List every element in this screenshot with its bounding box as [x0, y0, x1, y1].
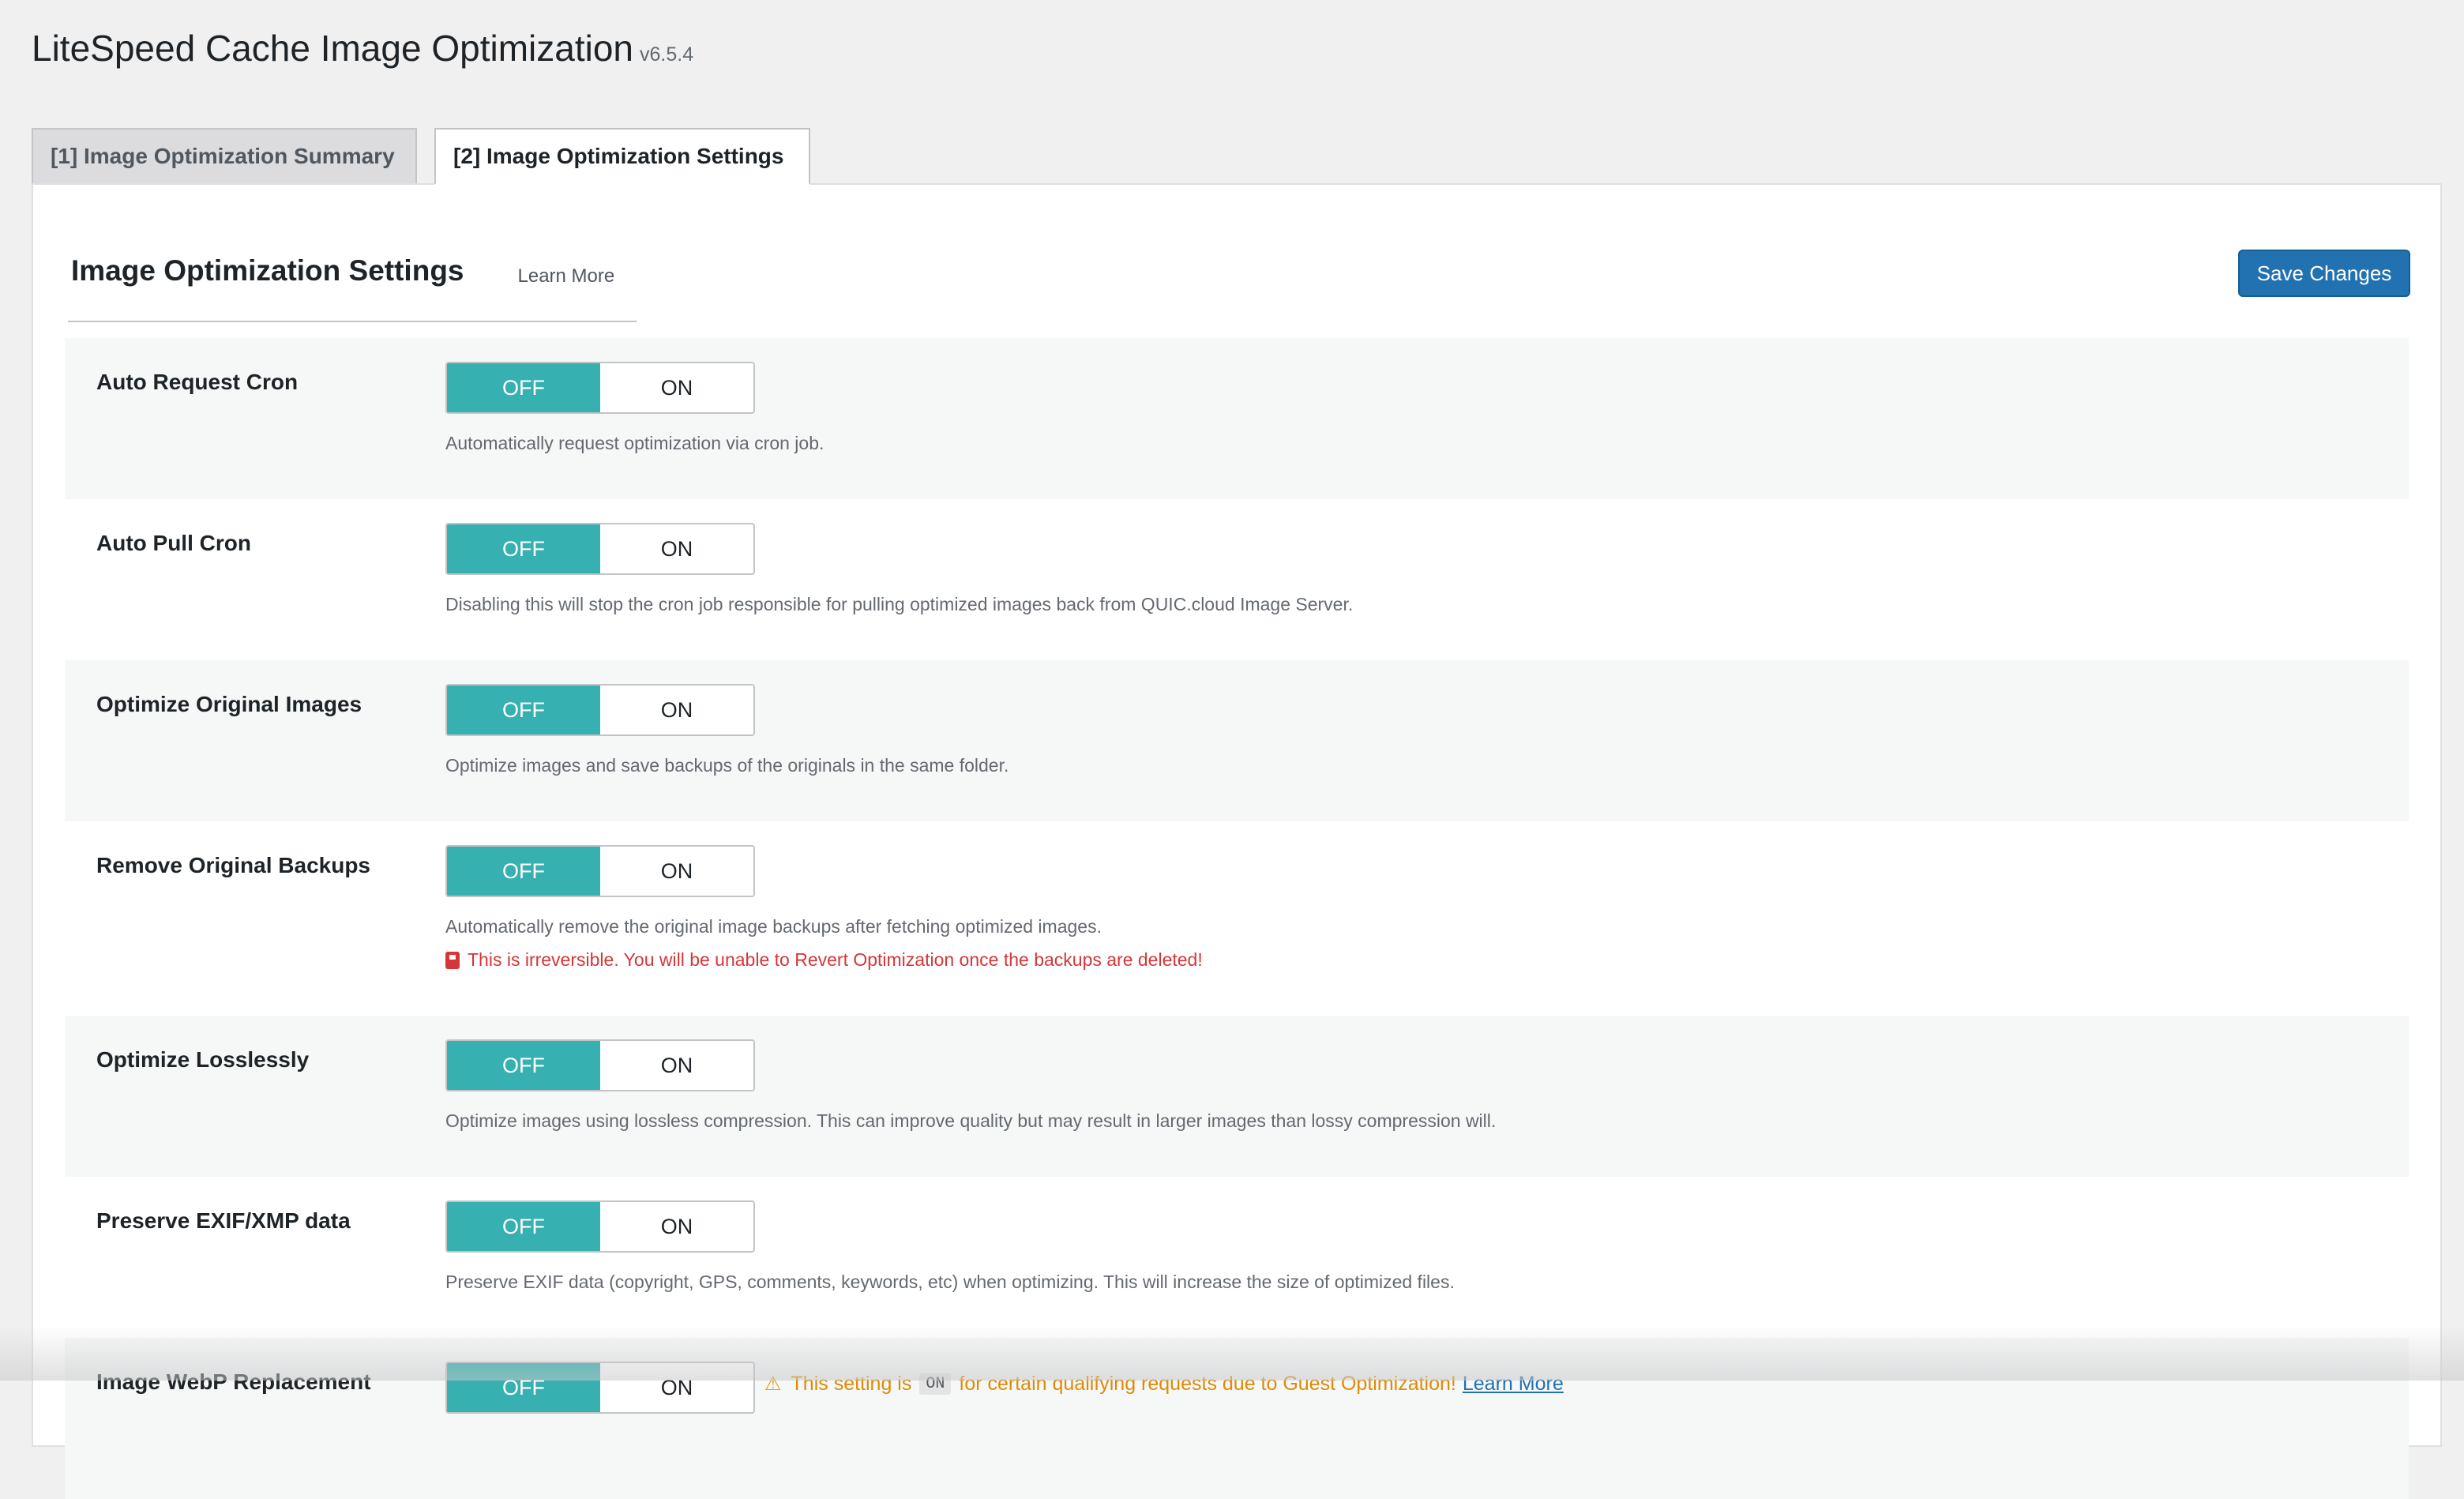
save-changes-button[interactable]: Save Changes [2238, 250, 2410, 297]
setting-row-image-webp-replacement: Image WebP Replacement OFF ON ⚠ This set… [65, 1338, 2409, 1499]
optimize-losslessly-toggle: OFF ON [445, 1039, 755, 1091]
setting-row-optimize-losslessly: Optimize Losslessly OFF ON Optimize imag… [65, 1016, 2409, 1177]
setting-row-auto-request-cron: Auto Request Cron OFF ON Automatically r… [65, 338, 2409, 499]
toggle-off-option[interactable]: OFF [447, 1363, 600, 1412]
preserve-exif-toggle: OFF ON [445, 1200, 755, 1253]
setting-description: Optimize images and save backups of the … [445, 755, 1009, 776]
setting-label: Optimize Losslessly [96, 1047, 309, 1073]
settings-panel: Image Optimization Settings Learn More S… [32, 183, 2442, 1447]
setting-description: Preserve EXIF data (copyright, GPS, comm… [445, 1272, 1455, 1293]
guest-optimization-notice: ⚠ This setting is ON for certain qualify… [764, 1373, 1564, 1396]
learn-more-link[interactable]: Learn More [518, 265, 615, 287]
tab-image-optimization-summary[interactable]: [1] Image Optimization Summary [32, 128, 417, 185]
setting-row-preserve-exif: Preserve EXIF/XMP data OFF ON Preserve E… [65, 1177, 2409, 1338]
toggle-on-option[interactable]: ON [600, 686, 753, 734]
setting-description: Disabling this will stop the cron job re… [445, 594, 1353, 615]
toggle-on-option[interactable]: ON [600, 1202, 753, 1251]
setting-label: Remove Original Backups [96, 853, 370, 878]
version-label: v6.5.4 [640, 43, 693, 66]
setting-label: Optimize Original Images [96, 692, 362, 717]
toggle-on-option[interactable]: ON [600, 363, 753, 412]
toggle-off-option[interactable]: OFF [447, 847, 600, 896]
setting-description: Optimize images using lossless compressi… [445, 1110, 1496, 1132]
setting-description: Automatically remove the original image … [445, 916, 1102, 937]
optimize-original-images-toggle: OFF ON [445, 684, 755, 736]
setting-row-remove-original-backups: Remove Original Backups OFF ON Automatic… [65, 821, 2409, 1016]
setting-label: Image WebP Replacement [96, 1369, 371, 1395]
toggle-on-option[interactable]: ON [600, 847, 753, 896]
toggle-off-option[interactable]: OFF [447, 1202, 600, 1251]
image-webp-replacement-toggle: OFF ON [445, 1362, 755, 1414]
warning-text: This is irreversible. You will be unable… [468, 949, 1203, 971]
setting-label: Auto Request Cron [96, 370, 298, 395]
toggle-off-option[interactable]: OFF [447, 686, 600, 734]
settings-table: Auto Request Cron OFF ON Automatically r… [65, 338, 2409, 1499]
auto-pull-cron-toggle: OFF ON [445, 523, 755, 575]
setting-label: Auto Pull Cron [96, 531, 251, 556]
notice-code: ON [919, 1373, 951, 1395]
toggle-on-option[interactable]: ON [600, 1041, 753, 1090]
irreversible-warning: This is irreversible. You will be unable… [445, 949, 1203, 971]
tab-image-optimization-settings[interactable]: [2] Image Optimization Settings [434, 128, 810, 185]
notice-text-after: for certain qualifying requests due to G… [959, 1373, 1456, 1396]
setting-row-auto-pull-cron: Auto Pull Cron OFF ON Disabling this wil… [65, 499, 2409, 660]
section-header: Image Optimization Settings Learn More [68, 254, 637, 322]
setting-row-optimize-original-images: Optimize Original Images OFF ON Optimize… [65, 660, 2409, 821]
page-header: LiteSpeed Cache Image Optimization v6.5.… [32, 27, 693, 70]
toggle-on-option[interactable]: ON [600, 524, 753, 573]
notice-text-before: This setting is [791, 1373, 912, 1396]
toggle-off-option[interactable]: OFF [447, 363, 600, 412]
page-title: LiteSpeed Cache Image Optimization [32, 27, 633, 70]
section-title: Image Optimization Settings [68, 254, 464, 287]
alert-icon [445, 952, 460, 969]
tab-bar: [1] Image Optimization Summary [2] Image… [32, 128, 828, 185]
remove-original-backups-toggle: OFF ON [445, 845, 755, 897]
setting-label: Preserve EXIF/XMP data [96, 1208, 351, 1234]
toggle-on-option[interactable]: ON [600, 1363, 753, 1412]
toggle-off-option[interactable]: OFF [447, 1041, 600, 1090]
toggle-off-option[interactable]: OFF [447, 524, 600, 573]
warning-icon: ⚠ [764, 1373, 782, 1396]
auto-request-cron-toggle: OFF ON [445, 362, 755, 414]
setting-description: Automatically request optimization via c… [445, 433, 824, 454]
notice-learn-more-link[interactable]: Learn More [1463, 1373, 1564, 1396]
